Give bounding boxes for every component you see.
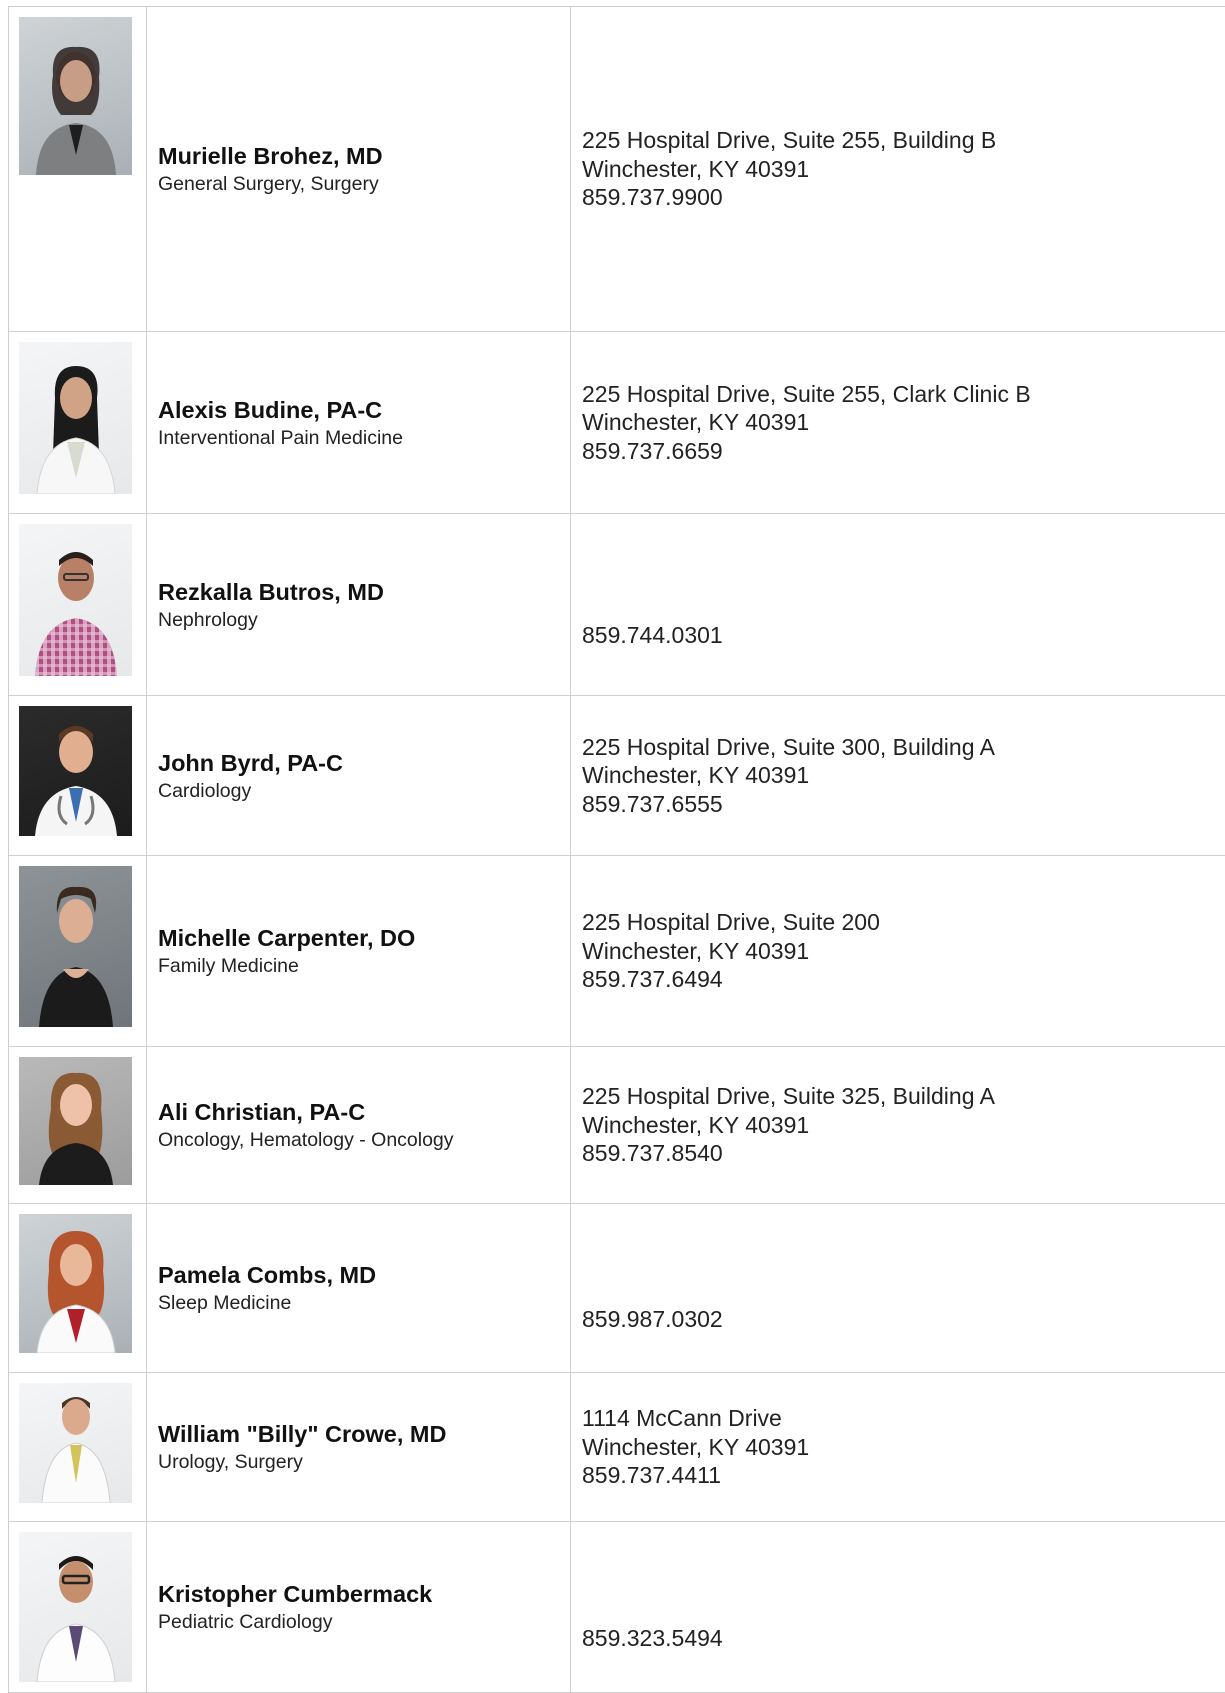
- provider-specialty: Cardiology: [158, 779, 252, 802]
- provider-name[interactable]: Ali Christian, PA-C: [158, 1097, 454, 1127]
- provider-info-cell: Kristopher Cumbermack Pediatric Cardiolo…: [146, 1522, 570, 1692]
- provider-phone[interactable]: 859.737.4411: [582, 1461, 809, 1490]
- provider-info-cell: William "Billy" Crowe, MD Urology, Surge…: [146, 1373, 570, 1521]
- provider-city: Winchester, KY 40391: [582, 1111, 810, 1138]
- provider-directory-table: Murielle Brohez, MD General Surgery, Sur…: [8, 6, 1225, 1693]
- provider-info-cell: John Byrd, PA-C Cardiology: [146, 696, 570, 855]
- provider-photo[interactable]: [19, 17, 132, 175]
- person-icon: [35, 1556, 116, 1682]
- provider-photo[interactable]: [19, 524, 132, 676]
- provider-city: Winchester, KY 40391: [582, 1433, 810, 1460]
- provider-info-cell: Murielle Brohez, MD General Surgery, Sur…: [146, 7, 570, 331]
- provider-name[interactable]: Kristopher Cumbermack: [158, 1579, 432, 1609]
- table-row: Kristopher Cumbermack Pediatric Cardiolo…: [8, 1521, 1225, 1693]
- provider-contact-cell: 1114 McCann Drive Winchester, KY 40391 8…: [570, 1373, 1225, 1521]
- provider-address: 1114 McCann Drive: [582, 1405, 782, 1432]
- photo-cell: [8, 7, 146, 331]
- provider-phone[interactable]: 859.737.6659: [582, 437, 1031, 466]
- provider-city: Winchester, KY 40391: [582, 409, 810, 436]
- provider-specialty: Sleep Medicine: [158, 1292, 292, 1314]
- provider-address: 225 Hospital Drive, Suite 300, Building …: [582, 733, 995, 760]
- provider-specialty: Interventional Pain Medicine: [158, 426, 403, 449]
- person-icon: [40, 1397, 111, 1503]
- provider-info-cell: Rezkalla Butros, MD Nephrology: [146, 514, 570, 695]
- provider-specialty: Oncology, Hematology - Oncology: [158, 1129, 454, 1151]
- photo-cell: [8, 1373, 146, 1521]
- table-row: Pamela Combs, MD Sleep Medicine 859.987.…: [8, 1203, 1225, 1372]
- provider-contact-cell: 225 Hospital Drive, Suite 255, Clark Cli…: [570, 332, 1225, 513]
- person-icon: [35, 46, 116, 175]
- table-row: William "Billy" Crowe, MD Urology, Surge…: [8, 1372, 1225, 1521]
- photo-cell: [8, 1522, 146, 1692]
- person-icon: [35, 1231, 116, 1353]
- provider-city: Winchester, KY 40391: [582, 155, 810, 182]
- photo-cell: [8, 696, 146, 855]
- provider-name[interactable]: Rezkalla Butros, MD: [158, 577, 384, 607]
- provider-info-cell: Pamela Combs, MD Sleep Medicine: [146, 1204, 570, 1372]
- provider-phone[interactable]: 859.323.5494: [582, 1624, 723, 1653]
- table-row: Murielle Brohez, MD General Surgery, Sur…: [8, 6, 1225, 331]
- provider-photo[interactable]: [19, 1532, 132, 1682]
- provider-name[interactable]: Alexis Budine, PA-C: [158, 395, 403, 425]
- provider-contact-cell: 859.323.5494: [570, 1522, 1225, 1692]
- provider-photo[interactable]: [19, 866, 132, 1027]
- person-icon: [35, 366, 116, 494]
- provider-name[interactable]: John Byrd, PA-C: [158, 748, 343, 778]
- person-icon: [38, 886, 113, 1027]
- provider-name[interactable]: William "Billy" Crowe, MD: [158, 1419, 446, 1449]
- table-row: Rezkalla Butros, MD Nephrology 859.744.0…: [8, 513, 1225, 695]
- provider-photo[interactable]: [19, 706, 132, 836]
- provider-address: 225 Hospital Drive, Suite 200: [582, 909, 880, 936]
- provider-address: 225 Hospital Drive, Suite 255, Clark Cli…: [582, 380, 1031, 407]
- provider-phone[interactable]: 859.737.8540: [582, 1139, 995, 1168]
- table-row: Alexis Budine, PA-C Interventional Pain …: [8, 331, 1225, 513]
- photo-cell: [8, 514, 146, 695]
- provider-contact-cell: 859.987.0302: [570, 1204, 1225, 1372]
- provider-info-cell: Ali Christian, PA-C Oncology, Hematology…: [146, 1047, 570, 1203]
- person-icon: [38, 1072, 113, 1185]
- provider-photo[interactable]: [19, 1383, 132, 1503]
- photo-cell: [8, 1204, 146, 1372]
- photo-cell: [8, 1047, 146, 1203]
- table-row: Michelle Carpenter, DO Family Medicine 2…: [8, 855, 1225, 1046]
- provider-contact-cell: 859.744.0301: [570, 514, 1225, 695]
- provider-contact-cell: 225 Hospital Drive, Suite 255, Building …: [570, 7, 1225, 331]
- provider-phone[interactable]: 859.744.0301: [582, 621, 723, 650]
- provider-specialty: Family Medicine: [158, 955, 299, 977]
- provider-city: Winchester, KY 40391: [582, 937, 810, 964]
- provider-name[interactable]: Pamela Combs, MD: [158, 1260, 376, 1290]
- provider-phone[interactable]: 859.987.0302: [582, 1305, 723, 1334]
- person-icon: [34, 726, 117, 836]
- provider-phone[interactable]: 859.737.9900: [582, 183, 996, 212]
- provider-photo[interactable]: [19, 1057, 132, 1185]
- provider-photo[interactable]: [19, 1214, 132, 1353]
- provider-specialty: Urology, Surgery: [158, 1451, 303, 1473]
- provider-address: 225 Hospital Drive, Suite 255, Building …: [582, 127, 997, 154]
- provider-address: 225 Hospital Drive, Suite 325, Building …: [582, 1083, 995, 1110]
- provider-specialty: Pediatric Cardiology: [158, 1611, 333, 1633]
- provider-name[interactable]: Michelle Carpenter, DO: [158, 923, 415, 953]
- provider-phone[interactable]: 859.737.6555: [582, 790, 995, 819]
- provider-specialty: Nephrology: [158, 608, 258, 631]
- photo-cell: [8, 856, 146, 1046]
- provider-info-cell: Michelle Carpenter, DO Family Medicine: [146, 856, 570, 1046]
- provider-info-cell: Alexis Budine, PA-C Interventional Pain …: [146, 332, 570, 513]
- provider-contact-cell: 225 Hospital Drive, Suite 200 Winchester…: [570, 856, 1225, 1046]
- person-icon: [34, 552, 117, 676]
- provider-photo[interactable]: [19, 342, 132, 494]
- table-row: Ali Christian, PA-C Oncology, Hematology…: [8, 1046, 1225, 1203]
- provider-city: Winchester, KY 40391: [582, 762, 810, 789]
- provider-phone[interactable]: 859.737.6494: [582, 965, 880, 994]
- provider-contact-cell: 225 Hospital Drive, Suite 300, Building …: [570, 696, 1225, 855]
- table-row: John Byrd, PA-C Cardiology 225 Hospital …: [8, 695, 1225, 855]
- provider-contact-cell: 225 Hospital Drive, Suite 325, Building …: [570, 1047, 1225, 1203]
- photo-cell: [8, 332, 146, 513]
- provider-specialty: General Surgery, Surgery: [158, 173, 379, 195]
- provider-name[interactable]: Murielle Brohez, MD: [158, 141, 383, 171]
